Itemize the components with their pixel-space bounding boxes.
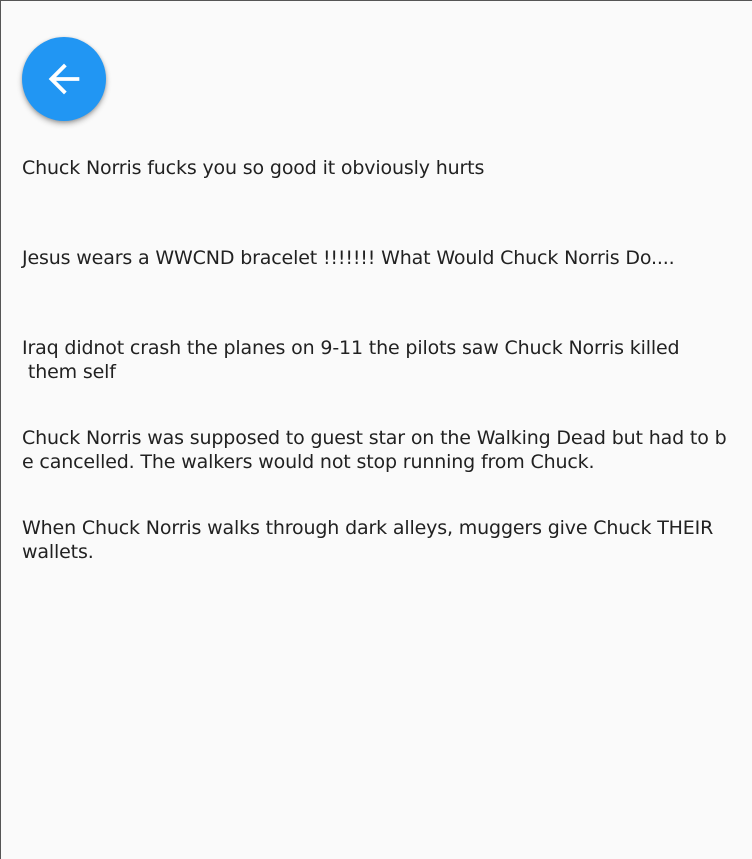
joke-item: Chuck Norris fucks you so good it obviou… xyxy=(22,157,485,179)
arrow-back-icon xyxy=(41,56,87,102)
joke-item: Chuck Norris was supposed to guest star … xyxy=(22,427,727,473)
joke-item: Jesus wears a WWCND bracelet !!!!!!! Wha… xyxy=(22,247,675,269)
joke-item: Iraq didnot crash the planes on 9-11 the… xyxy=(22,337,680,383)
jokes-list: Chuck Norris fucks you so good it obviou… xyxy=(22,156,728,606)
joke-item: When Chuck Norris walks through dark all… xyxy=(22,517,720,563)
window-top-edge xyxy=(0,0,752,1)
back-button[interactable] xyxy=(22,37,106,121)
window-left-edge xyxy=(0,0,1,859)
